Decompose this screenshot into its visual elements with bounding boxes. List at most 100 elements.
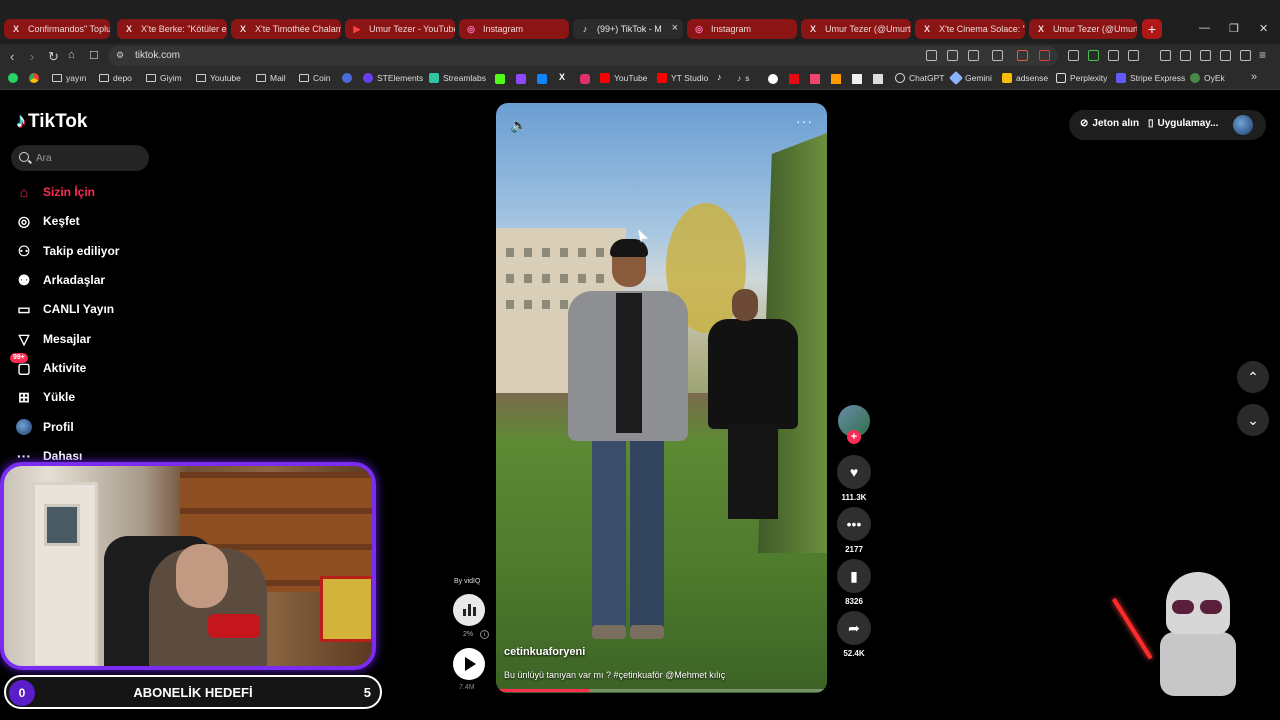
browser-tab[interactable]: X X'te Cinema Solace: "N	[915, 19, 1025, 39]
back-icon[interactable]: ‹	[10, 49, 14, 64]
forward-icon[interactable]: ›	[30, 49, 34, 64]
brave-rewards-icon[interactable]	[1039, 50, 1050, 61]
bookmark-adsense[interactable]: adsense	[1002, 73, 1048, 83]
follow-plus-icon[interactable]: +	[847, 430, 861, 444]
share-icon[interactable]	[992, 50, 1003, 61]
tiktok-icon[interactable]: ♪	[717, 72, 722, 82]
sidebar-item-activity[interactable]: ▢ 99+ Aktivite	[10, 353, 86, 377]
browser-tab[interactable]: X X'te Timothée Chalam	[231, 19, 341, 39]
browser-tab[interactable]: ◎ Instagram	[687, 19, 797, 39]
extension-icon[interactable]	[1128, 50, 1139, 61]
sidebar-item-live[interactable]: ▭ CANLI Yayın	[14, 300, 114, 318]
save-button[interactable]: ▮	[837, 559, 871, 593]
window-close-icon[interactable]: ✕	[1259, 22, 1268, 35]
bookmark-oyek[interactable]: OyEk	[1190, 73, 1225, 83]
leo-ai-icon[interactable]	[1220, 50, 1231, 61]
puzzle-icon[interactable]	[1108, 50, 1119, 61]
sidebar-item-messages[interactable]: ▽ Mesajlar	[14, 330, 91, 348]
browser-tab-active[interactable]: ♪ (99+) TikTok - M ×	[573, 19, 683, 39]
bookmark-tiktok-s[interactable]: ♪ s	[737, 73, 750, 83]
get-coins-button[interactable]: ⊘ Jeton alın	[1080, 118, 1139, 129]
volume-icon[interactable]: 🔈	[510, 117, 527, 134]
bookmark-folder[interactable]: yayın	[52, 73, 86, 83]
url-text[interactable]: tiktok.com	[135, 50, 180, 61]
extension-icon[interactable]	[1068, 50, 1079, 61]
user-avatar[interactable]	[1233, 115, 1253, 135]
browser-tab[interactable]: X X'te Berke: "Kötüler es	[117, 19, 227, 39]
bookmark-gemini[interactable]: Gemini	[948, 70, 992, 86]
video-player[interactable]: 🔈 ··· cetinkuaforyeni Bu ünlüyü tanıyan …	[496, 103, 827, 693]
sidebar-item-upload[interactable]: ⊞ Yükle	[14, 388, 75, 406]
x-logo-icon[interactable]: X	[559, 72, 565, 82]
search-box[interactable]	[11, 145, 149, 171]
sidebar-item-following[interactable]: ⚇ Takip ediliyor	[14, 242, 120, 260]
bookmark-streamlabs[interactable]: Streamlabs	[429, 73, 486, 83]
reload-icon[interactable]: ↻	[48, 49, 59, 65]
wallet-icon[interactable]	[1200, 50, 1211, 61]
extension-icon[interactable]	[873, 74, 883, 84]
share-button[interactable]: ➦	[837, 611, 871, 645]
bookmark-folder[interactable]: Coin	[299, 73, 330, 83]
bookmark-chrome[interactable]	[29, 73, 43, 83]
next-video-button[interactable]: ⌄	[1237, 404, 1269, 436]
threads-icon[interactable]	[768, 74, 778, 84]
sidebar-icon[interactable]	[1180, 50, 1191, 61]
bookmark-folder[interactable]: Mail	[256, 73, 286, 83]
browser-tab[interactable]: ◎ Instagram	[459, 19, 569, 39]
bluesky-icon[interactable]	[537, 74, 547, 84]
twitch-icon[interactable]	[516, 74, 526, 84]
more-bookmarks-icon[interactable]: »	[1251, 71, 1257, 83]
bookmark-chatgpt[interactable]: ChatGPT	[895, 73, 944, 83]
tiktok-logo[interactable]: ♪ TikTok	[16, 110, 87, 133]
kick-icon[interactable]	[495, 74, 505, 84]
bookmark-icon[interactable]: ☐	[89, 49, 99, 62]
bookmark-stelements[interactable]: STElements	[363, 73, 423, 83]
new-tab-button[interactable]: +	[1142, 19, 1162, 39]
video-more-icon[interactable]: ···	[796, 113, 813, 129]
amazon-icon[interactable]	[831, 74, 841, 84]
brave-shield-icon[interactable]	[1017, 50, 1028, 61]
bookmark-folder[interactable]: Giyim	[146, 73, 182, 83]
close-tab-icon[interactable]: ×	[672, 22, 678, 34]
vpn-icon[interactable]	[1240, 50, 1251, 61]
sidebar-item-explore[interactable]: ◎ Keşfet	[14, 212, 80, 230]
video-progress-bar[interactable]	[496, 689, 827, 692]
bookmark-folder[interactable]: depo	[99, 73, 132, 83]
instagram-icon[interactable]	[580, 74, 590, 84]
bookmark-stripe[interactable]: Stripe Express	[1116, 73, 1185, 83]
bookmark-perplexity[interactable]: Perplexity	[1056, 73, 1107, 83]
vidiq-stats-button[interactable]	[453, 594, 485, 626]
extension-icon[interactable]	[810, 74, 820, 84]
browser-tab[interactable]: X Umur Tezer (@Umurte	[801, 19, 911, 39]
bookmark-folder[interactable]: Youtube	[196, 73, 241, 83]
netflix-icon[interactable]	[789, 74, 799, 84]
extension-icon[interactable]	[852, 74, 862, 84]
browser-tab[interactable]: X Umur Tezer (@Umurte	[1029, 19, 1137, 39]
minimize-icon[interactable]: —	[1199, 22, 1210, 34]
search-input[interactable]	[36, 149, 141, 167]
translate-icon[interactable]	[968, 50, 979, 61]
music-icon[interactable]	[1160, 50, 1171, 61]
like-button[interactable]: ♥	[837, 455, 871, 489]
previous-video-button[interactable]: ⌃	[1237, 361, 1269, 393]
info-icon[interactable]: i	[480, 630, 489, 639]
home-icon[interactable]: ⌂	[68, 49, 75, 61]
site-info-icon[interactable]: ⚙	[116, 50, 124, 61]
bookmark-r[interactable]	[342, 73, 356, 83]
browser-tab[interactable]: X Confirmandos" Toplulu	[4, 19, 110, 39]
maximize-icon[interactable]: ❐	[1229, 22, 1239, 35]
bookmark-youtube[interactable]: YouTube	[600, 73, 647, 83]
extension-icon[interactable]	[1088, 50, 1099, 61]
bookmark-whatsapp[interactable]	[8, 73, 22, 83]
menu-icon[interactable]: ≡	[1259, 48, 1266, 62]
play-button[interactable]	[453, 648, 485, 680]
url-field[interactable]	[108, 46, 1058, 66]
browser-tab[interactable]: ▶ Umur Tezer - YouTube	[345, 19, 455, 39]
bookmark-yt-studio[interactable]: YT Studio	[657, 73, 708, 83]
sidebar-item-friends[interactable]: ⚉ Arkadaşlar	[14, 271, 105, 289]
sidebar-item-profile[interactable]: Profil	[14, 418, 74, 436]
video-username[interactable]: cetinkuaforyeni	[504, 646, 585, 658]
comment-button[interactable]: •••	[837, 507, 871, 541]
screen-icon[interactable]	[947, 50, 958, 61]
get-app-button[interactable]: ▯ Uygulamay...	[1148, 118, 1218, 129]
